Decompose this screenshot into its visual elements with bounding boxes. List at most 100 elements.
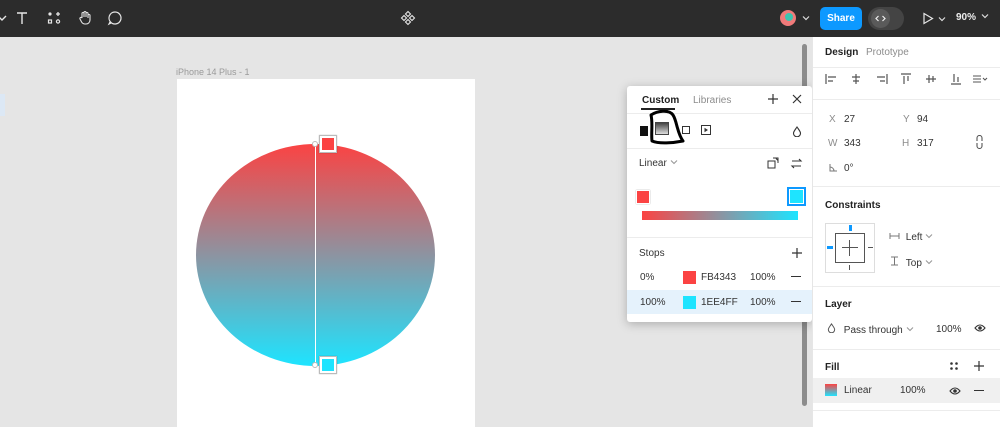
constraints-heading: Constraints	[825, 200, 881, 211]
constraint-right-indicator[interactable]	[868, 247, 873, 248]
gradient-bar[interactable]	[642, 211, 798, 220]
chevron-down-icon[interactable]	[0, 8, 12, 28]
zoom-menu[interactable]: 90%	[956, 12, 989, 23]
add-style-icon[interactable]	[767, 93, 779, 108]
fill-opacity[interactable]: 100%	[900, 385, 926, 396]
constraints-cross	[842, 247, 858, 248]
divider	[813, 67, 1000, 68]
divider	[627, 148, 812, 149]
w-label: W	[828, 138, 838, 149]
align-top-icon[interactable]	[900, 73, 912, 88]
tab-custom[interactable]: Custom	[642, 95, 679, 106]
constraint-left-indicator[interactable]	[827, 246, 833, 249]
hand-tool-icon[interactable]	[75, 8, 95, 28]
comment-tool-icon[interactable]	[105, 8, 125, 28]
remove-fill-icon[interactable]	[974, 390, 984, 391]
avatar[interactable]	[778, 8, 798, 28]
constraint-top-indicator[interactable]	[849, 225, 852, 231]
blend-mode-select[interactable]: Pass through	[827, 323, 914, 336]
horizontal-constraint-select[interactable]: Left	[889, 232, 933, 243]
add-stop-icon[interactable]	[791, 247, 803, 262]
align-bottom-icon[interactable]	[950, 73, 962, 88]
flip-gradient-icon[interactable]	[790, 157, 803, 173]
fill-swatch[interactable]	[825, 384, 837, 396]
distribute-icon[interactable]	[972, 73, 988, 88]
stop-hex[interactable]: 1EE4FF	[701, 297, 738, 308]
gradient-end-dot[interactable]	[312, 362, 318, 368]
gradient-end-handle[interactable]	[319, 356, 337, 374]
vertical-constraint-select[interactable]: Top	[889, 256, 933, 269]
divider	[813, 410, 1000, 411]
h-input[interactable]: 317	[917, 138, 934, 149]
video-fill-icon[interactable]	[701, 125, 711, 138]
blend-mode-icon[interactable]	[792, 126, 802, 140]
y-label: Y	[903, 114, 910, 125]
dev-mode-toggle[interactable]	[868, 7, 904, 30]
add-fill-icon[interactable]	[973, 360, 985, 375]
align-vertical-center-icon[interactable]	[925, 73, 937, 88]
tab-design[interactable]: Design	[825, 47, 858, 58]
fill-type-label[interactable]: Linear	[844, 385, 872, 396]
stop-swatch[interactable]	[683, 296, 696, 309]
remove-stop-icon[interactable]	[791, 276, 801, 277]
close-icon[interactable]	[791, 93, 803, 108]
constraint-bottom-indicator[interactable]	[849, 265, 850, 270]
x-label: X	[829, 114, 836, 125]
divider	[813, 349, 1000, 350]
zoom-chevron-icon	[981, 14, 989, 19]
stop-row-selected[interactable]: 100% 1EE4FF 100%	[627, 290, 812, 314]
tab-libraries[interactable]: Libraries	[693, 95, 731, 106]
align-left-icon[interactable]	[825, 73, 837, 88]
stop-row[interactable]: 0% FB4343 100%	[627, 265, 812, 289]
stop-swatch[interactable]	[683, 271, 696, 284]
figma-components-icon[interactable]	[398, 8, 418, 28]
layer-opacity-input[interactable]: 100%	[936, 324, 962, 335]
stop-position[interactable]: 0%	[640, 272, 654, 283]
divider	[813, 99, 1000, 100]
align-horizontal-center-icon[interactable]	[850, 73, 862, 88]
align-right-icon[interactable]	[876, 73, 888, 88]
constraints-widget[interactable]	[825, 223, 875, 273]
constraints-box	[835, 233, 865, 263]
remove-stop-icon[interactable]	[791, 301, 801, 302]
y-input[interactable]: 94	[917, 114, 928, 125]
play-icon[interactable]	[922, 12, 934, 28]
avatar-chevron-icon[interactable]	[802, 14, 810, 25]
constraints-cross	[849, 240, 850, 256]
text-tool-icon[interactable]	[12, 8, 32, 28]
gradient-start-dot[interactable]	[312, 141, 318, 147]
rotate-gradient-icon[interactable]	[767, 157, 780, 173]
resources-icon[interactable]	[44, 8, 64, 28]
horizontal-constraint-value: Left	[905, 232, 923, 243]
constrain-proportions-icon[interactable]	[975, 134, 984, 152]
x-input[interactable]: 27	[844, 114, 855, 125]
gradient-handle-line[interactable]	[315, 144, 316, 366]
stop-hex[interactable]: FB4343	[701, 272, 736, 283]
gradient-stop-1[interactable]	[787, 187, 806, 206]
fill-row[interactable]: Linear 100%	[813, 378, 1000, 403]
w-input[interactable]: 343	[844, 138, 861, 149]
vertical-constraint-icon	[891, 256, 898, 266]
gradient-start-handle[interactable]	[319, 135, 337, 153]
share-button[interactable]: Share	[820, 7, 862, 30]
stop-opacity[interactable]: 100%	[750, 272, 776, 283]
chevron-down-icon	[906, 327, 913, 332]
gradient-type-select[interactable]: Linear	[639, 158, 678, 169]
blend-mode-value: Pass through	[843, 325, 903, 336]
stop-opacity[interactable]: 100%	[750, 297, 776, 308]
design-panel: Design Prototype X 27 Y 94 W 343 H 317 0…	[812, 37, 1000, 427]
tab-prototype[interactable]: Prototype	[866, 47, 909, 58]
styles-grid-icon[interactable]	[949, 361, 959, 374]
visibility-eye-icon[interactable]	[974, 323, 986, 336]
gradient-stop-0[interactable]	[636, 190, 650, 204]
chevron-down-icon	[925, 260, 933, 265]
annotation-scribble	[647, 109, 689, 148]
rotation-input[interactable]: 0°	[844, 163, 854, 174]
stop-position[interactable]: 100%	[640, 297, 666, 308]
color-picker-popup: Custom Libraries Linear Stops 0% FB4343 …	[627, 86, 812, 322]
h-label: H	[902, 138, 910, 149]
fill-visibility-eye-icon[interactable]	[949, 386, 961, 399]
play-chevron-icon[interactable]	[938, 15, 946, 26]
frame-label[interactable]: iPhone 14 Plus - 1	[176, 67, 250, 77]
chevron-down-icon	[670, 160, 677, 165]
